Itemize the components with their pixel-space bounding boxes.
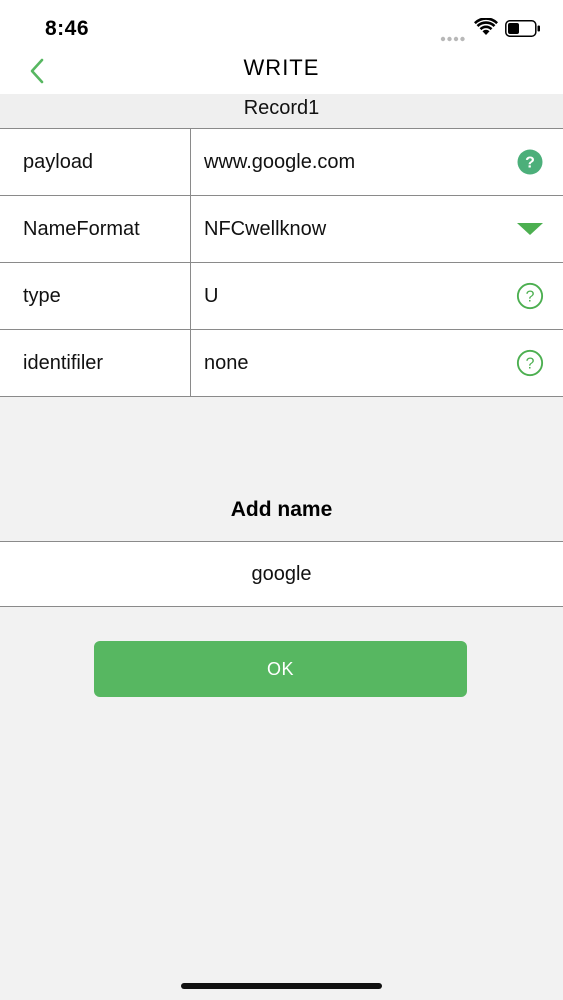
name-input[interactable] <box>0 542 563 606</box>
type-field[interactable]: U ? <box>191 263 563 329</box>
nav-bar: WRITE <box>0 50 563 94</box>
record-table: payload www.google.com ? NameFormat NFCw… <box>0 128 563 397</box>
row-value: U <box>204 284 219 307</box>
row-key: identifiler <box>0 330 191 396</box>
svg-text:?: ? <box>526 356 535 373</box>
nameformat-select[interactable]: NFCwellknow <box>191 196 563 262</box>
record-header: Record1 <box>0 94 563 128</box>
row-key: payload <box>0 129 191 195</box>
status-time: 8:46 <box>45 17 90 40</box>
battery-icon <box>505 20 541 42</box>
add-name-title: Add name <box>230 498 333 521</box>
row-key: type <box>0 263 191 329</box>
svg-text:?: ? <box>525 155 535 172</box>
wifi-icon <box>474 17 498 41</box>
svg-text:?: ? <box>526 289 535 306</box>
table-row-payload: payload www.google.com ? <box>0 129 563 196</box>
dropdown-triangle-icon[interactable] <box>516 215 544 243</box>
table-row-type: type U ? <box>0 263 563 330</box>
row-value: www.google.com <box>204 150 356 173</box>
payload-field[interactable]: www.google.com ? <box>191 129 563 195</box>
help-filled-icon[interactable]: ? <box>516 148 544 176</box>
table-row-identifier: identifiler none ? <box>0 330 563 397</box>
page-title: WRITE <box>243 55 320 80</box>
name-input-container <box>0 541 563 607</box>
screen: 8:46 WRITE Record1 payload www.google.co… <box>0 0 563 1000</box>
signal-icon <box>440 29 466 47</box>
ok-button[interactable]: OK <box>94 641 467 697</box>
row-value: none <box>204 351 249 374</box>
help-outline-icon[interactable]: ? <box>516 282 544 310</box>
identifier-field[interactable]: none ? <box>191 330 563 396</box>
row-key: NameFormat <box>0 196 191 262</box>
help-outline-icon[interactable]: ? <box>516 349 544 377</box>
table-row-nameformat: NameFormat NFCwellknow <box>0 196 563 263</box>
row-value: NFCwellknow <box>204 217 327 240</box>
status-bar: 8:46 <box>0 0 563 50</box>
home-indicator <box>181 983 382 989</box>
